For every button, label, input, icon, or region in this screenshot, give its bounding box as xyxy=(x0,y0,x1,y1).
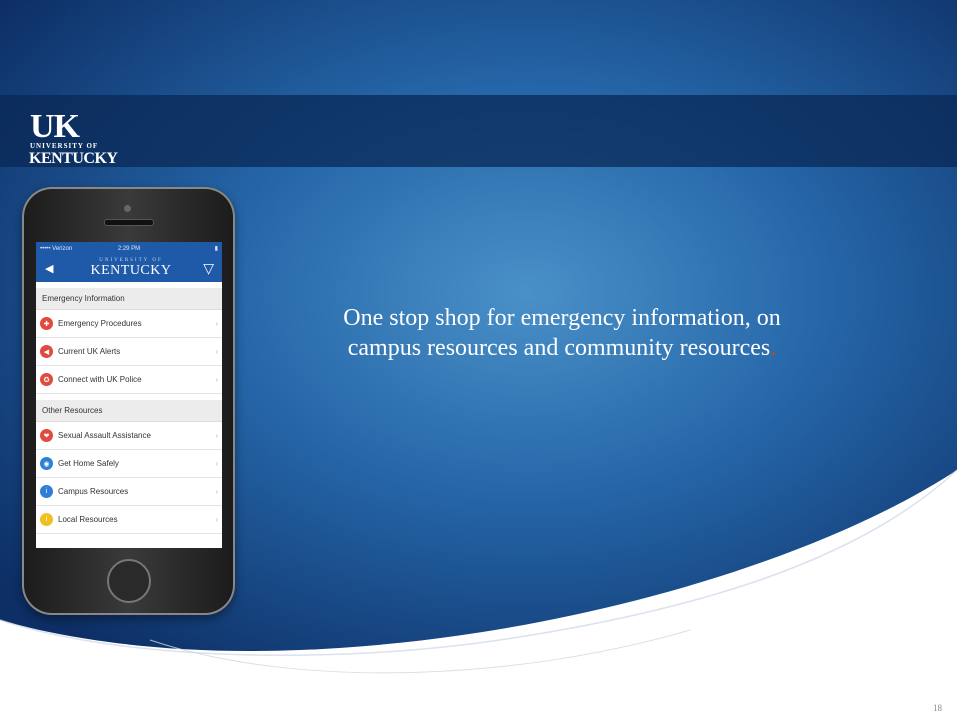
list-item-label: Local Resources xyxy=(58,515,118,524)
support-icon: ❤ xyxy=(40,429,53,442)
list-item-label: Emergency Procedures xyxy=(58,319,142,328)
page-number: 18 xyxy=(933,703,942,713)
logo-kentucky: KENTUCKY xyxy=(29,150,118,167)
chevron-right-icon: › xyxy=(215,487,218,496)
home-button xyxy=(107,559,151,603)
chevron-right-icon: › xyxy=(215,459,218,468)
phone-mockup: ••••• Verizon 2:29 PM ▮ ◀ UNIVERSITY OF … xyxy=(22,187,235,615)
headline-line-1: One stop shop for emergency information,… xyxy=(343,305,781,331)
slide: UK UNIVERSITY OF KENTUCKY ••••• Verizon … xyxy=(0,0,957,723)
header-band xyxy=(0,95,957,167)
list-item-connect-uk-police[interactable]: ✪ Connect with UK Police › xyxy=(36,366,222,394)
phone-screen: ••••• Verizon 2:29 PM ▮ ◀ UNIVERSITY OF … xyxy=(36,242,222,548)
chevron-right-icon: › xyxy=(215,375,218,384)
app-nav-bar: ◀ UNIVERSITY OF KENTUCKY ▽ xyxy=(36,255,222,282)
headline-line-2: campus resources and community resources… xyxy=(262,333,862,363)
list-item-emergency-procedures[interactable]: ✚ Emergency Procedures › xyxy=(36,310,222,338)
chevron-right-icon: › xyxy=(215,347,218,356)
shield-icon[interactable]: ▽ xyxy=(203,260,214,277)
list-item-current-uk-alerts[interactable]: ◀ Current UK Alerts › xyxy=(36,338,222,366)
info-icon: i xyxy=(40,485,53,498)
list-item-label: Sexual Assault Assistance xyxy=(58,431,151,440)
megaphone-icon: ◀ xyxy=(40,345,53,358)
list-item-label: Get Home Safely xyxy=(58,459,119,468)
headline-line-2-text: campus resources and community resources xyxy=(347,335,771,361)
nav-title: KENTUCKY xyxy=(90,263,172,278)
alert-icon: ✚ xyxy=(40,317,53,330)
back-arrow-icon[interactable]: ◀ xyxy=(45,262,53,275)
chevron-right-icon: › xyxy=(215,319,218,328)
list-item-label: Campus Resources xyxy=(58,487,129,496)
battery-icon: ▮ xyxy=(214,246,218,252)
chevron-right-icon: › xyxy=(215,431,218,440)
camera-icon xyxy=(124,205,131,212)
logo-university-of: UNIVERSITY OF xyxy=(30,142,99,150)
status-bar: ••••• Verizon 2:29 PM ▮ xyxy=(36,242,222,255)
section-header-other: Other Resources xyxy=(36,400,222,422)
info-icon: i xyxy=(40,513,53,526)
headline-period: . xyxy=(770,335,777,361)
list-item-campus-resources[interactable]: i Campus Resources › xyxy=(36,478,222,506)
carrier-label: ••••• Verizon xyxy=(40,245,73,252)
list-item-get-home-safely[interactable]: ◉ Get Home Safely › xyxy=(36,450,222,478)
car-icon: ◉ xyxy=(40,457,53,470)
list-item-local-resources[interactable]: i Local Resources › xyxy=(36,506,222,534)
police-icon: ✪ xyxy=(40,373,53,386)
slide-headline: One stop shop for emergency information,… xyxy=(262,303,862,363)
uk-logo: UK UNIVERSITY OF KENTUCKY xyxy=(29,108,140,186)
list-item-sexual-assault-assistance[interactable]: ❤ Sexual Assault Assistance › xyxy=(36,422,222,450)
chevron-right-icon: › xyxy=(215,515,218,524)
list-item-label: Connect with UK Police xyxy=(58,375,142,384)
status-time: 2:29 PM xyxy=(117,245,141,252)
logo-uk-text: UK xyxy=(30,108,80,145)
speaker-grille xyxy=(104,219,154,226)
list-item-label: Current UK Alerts xyxy=(58,347,121,356)
section-header-emergency: Emergency Information xyxy=(36,288,222,310)
